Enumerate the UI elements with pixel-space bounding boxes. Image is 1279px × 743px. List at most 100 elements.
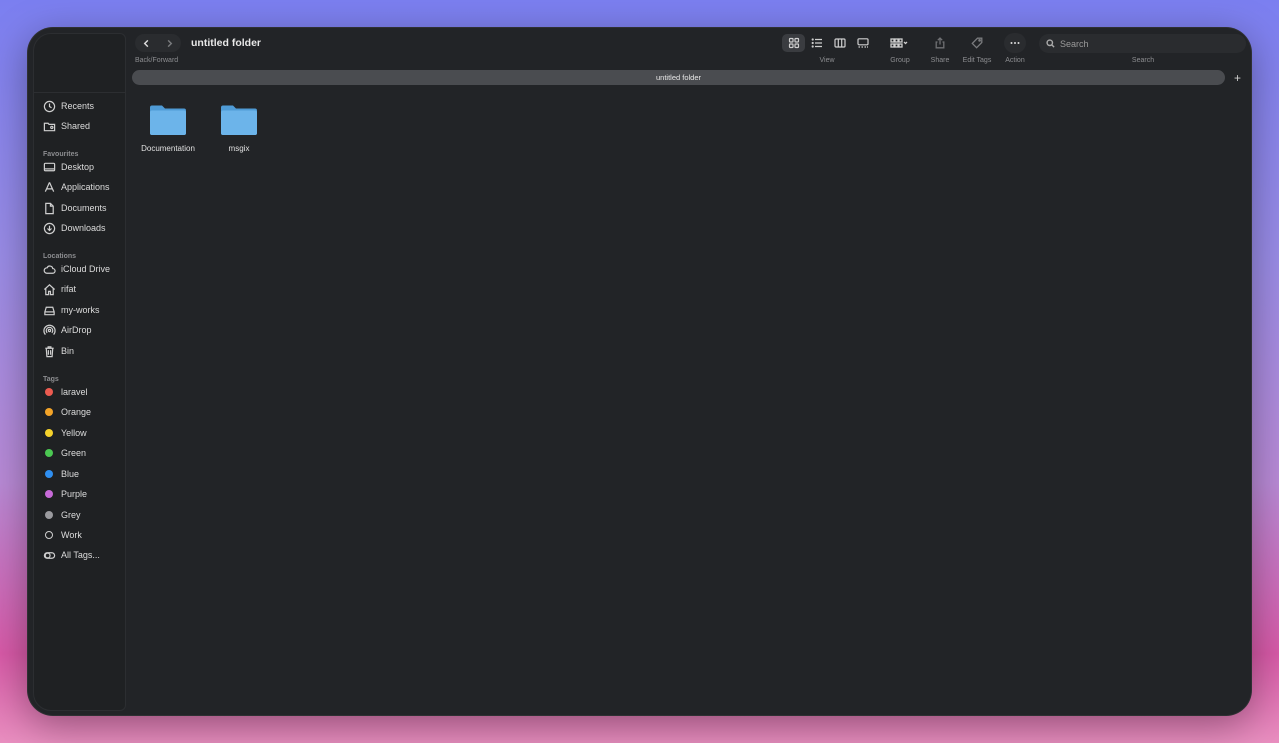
sidebar-item-label: AirDrop bbox=[61, 325, 92, 335]
sidebar-item-airdrop[interactable]: AirDrop bbox=[42, 320, 92, 340]
sidebar-titlebar-area bbox=[34, 34, 125, 93]
sidebar-item-label: Downloads bbox=[61, 223, 106, 233]
search-label: Search bbox=[1131, 57, 1155, 64]
action-label: Action bbox=[1005, 57, 1025, 64]
sidebar-item-downloads[interactable]: Downloads bbox=[42, 218, 106, 238]
tag-color-dot bbox=[42, 426, 56, 440]
sidebar-item-label: Yellow bbox=[61, 428, 87, 438]
window-title: untitled folder bbox=[191, 37, 261, 49]
sidebar-item-label: Desktop bbox=[61, 162, 95, 172]
group-button[interactable] bbox=[884, 33, 914, 53]
sidebar-item-shared[interactable]: Shared bbox=[42, 116, 90, 136]
sidebar-tag-purple[interactable]: Purple bbox=[42, 484, 87, 504]
view-label: View bbox=[819, 57, 835, 64]
tag-color-dot bbox=[42, 508, 56, 522]
sidebar: Recents Shared Favourites Desktop Applic… bbox=[33, 33, 126, 711]
sidebar-item-label: laravel bbox=[61, 387, 88, 397]
sidebar-item-bin[interactable]: Bin bbox=[42, 341, 74, 361]
view-switcher bbox=[782, 34, 874, 52]
folder-icon bbox=[150, 105, 186, 135]
search-input[interactable] bbox=[1060, 38, 1230, 49]
sidebar-item-label: Green bbox=[61, 448, 87, 458]
forward-button[interactable] bbox=[158, 34, 181, 52]
group-label: Group bbox=[890, 57, 910, 64]
sidebar-item-label: Applications bbox=[61, 182, 110, 192]
sidebar-item-label: iCloud Drive bbox=[61, 264, 111, 274]
tag-color-dot bbox=[42, 467, 56, 481]
home-icon bbox=[42, 282, 56, 296]
sidebar-tag-green[interactable]: Green bbox=[42, 443, 86, 463]
sidebar-item-label: Work bbox=[61, 530, 82, 540]
path-tab-bar[interactable]: untitled folder bbox=[132, 70, 1225, 85]
sidebar-item-label: Grey bbox=[61, 510, 81, 520]
sidebar-item-label: Bin bbox=[61, 346, 75, 356]
tag-color-dot bbox=[42, 446, 56, 460]
sidebar-item-label: Orange bbox=[61, 407, 92, 417]
sidebar-item-applications[interactable]: Applications bbox=[42, 177, 110, 197]
tag-color-dot bbox=[42, 487, 56, 501]
trash-icon bbox=[42, 344, 56, 358]
cloud-icon bbox=[42, 262, 56, 276]
sidebar-item-rifat[interactable]: rifat bbox=[42, 279, 76, 299]
applications-icon bbox=[42, 180, 56, 194]
sidebar-tag-work[interactable]: Work bbox=[42, 525, 82, 545]
file-item-msgix[interactable]: msgix bbox=[204, 103, 274, 153]
sidebar-item-label: my-works bbox=[61, 305, 100, 315]
tag-outline-dot bbox=[42, 528, 56, 542]
file-item-documentation[interactable]: Documentation bbox=[133, 103, 203, 153]
airdrop-icon bbox=[42, 323, 56, 337]
back-button[interactable] bbox=[135, 34, 158, 52]
tag-color-dot bbox=[42, 405, 56, 419]
action-button[interactable] bbox=[1004, 33, 1026, 53]
path-tab-title: untitled folder bbox=[655, 73, 702, 82]
sidebar-item-desktop[interactable]: Desktop bbox=[42, 157, 94, 177]
sidebar-all-tags[interactable]: All Tags... bbox=[42, 545, 100, 565]
finder-window: Recents Shared Favourites Desktop Applic… bbox=[27, 27, 1252, 716]
edit-tags-label: Edit Tags bbox=[962, 57, 992, 64]
gallery-icon bbox=[856, 38, 869, 48]
main-area: Back/Forward untitled folder View Group … bbox=[127, 27, 1252, 716]
sidebar-item-recents[interactable]: Recents bbox=[42, 96, 94, 116]
edit-tags-button[interactable] bbox=[967, 33, 987, 53]
chevron-left-icon bbox=[143, 39, 149, 47]
column-view-button[interactable] bbox=[828, 34, 851, 52]
clock-icon bbox=[42, 99, 56, 113]
sidebar-item-documents[interactable]: Documents bbox=[42, 198, 107, 218]
shared-folder-icon bbox=[42, 119, 56, 133]
share-label: Share bbox=[930, 57, 950, 64]
download-icon bbox=[42, 221, 56, 235]
add-tab-button[interactable]: + bbox=[1230, 70, 1245, 85]
sidebar-item-my-works[interactable]: my-works bbox=[42, 300, 100, 320]
tag-icon bbox=[971, 37, 983, 49]
sidebar-item-label: Documents bbox=[61, 203, 107, 213]
tag-color-dot bbox=[42, 385, 56, 399]
file-name: msgix bbox=[228, 144, 250, 153]
gallery-view-button[interactable] bbox=[851, 34, 874, 52]
search-icon bbox=[1046, 39, 1055, 48]
sidebar-item-icloud-drive[interactable]: iCloud Drive bbox=[42, 259, 110, 279]
plus-icon: + bbox=[1233, 70, 1241, 85]
document-icon bbox=[42, 201, 56, 215]
sidebar-item-label: rifat bbox=[61, 284, 77, 294]
list-view-button[interactable] bbox=[805, 34, 828, 52]
share-icon bbox=[935, 37, 945, 49]
icon-view-button[interactable] bbox=[782, 34, 805, 52]
sidebar-tag-laravel[interactable]: laravel bbox=[42, 382, 88, 402]
sidebar-item-label: Recents bbox=[61, 101, 95, 111]
sidebar-tag-yellow[interactable]: Yellow bbox=[42, 423, 87, 443]
all-tags-icon bbox=[42, 548, 56, 562]
back-forward-control bbox=[135, 34, 181, 52]
share-button[interactable] bbox=[930, 33, 950, 53]
sidebar-item-label: Purple bbox=[61, 489, 88, 499]
sidebar-item-label: Blue bbox=[61, 469, 80, 479]
drive-icon bbox=[42, 303, 56, 317]
search-field[interactable] bbox=[1039, 34, 1246, 53]
sidebar-tag-orange[interactable]: Orange bbox=[42, 402, 91, 422]
sidebar-item-label: Shared bbox=[61, 121, 91, 131]
more-icon bbox=[1010, 42, 1020, 44]
sidebar-tag-grey[interactable]: Grey bbox=[42, 505, 81, 525]
sidebar-tag-blue[interactable]: Blue bbox=[42, 464, 79, 484]
grid-icon bbox=[788, 37, 799, 49]
columns-icon bbox=[833, 38, 846, 48]
desktop-icon bbox=[42, 160, 56, 174]
